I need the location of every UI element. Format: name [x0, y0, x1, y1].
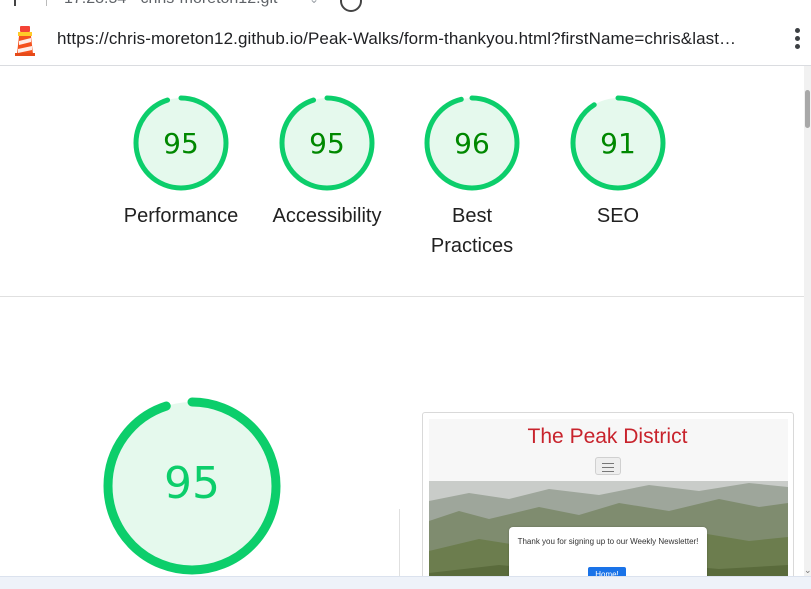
score-label: Accessibility [272, 205, 382, 227]
summary-score-value: 95 [164, 458, 220, 509]
score-ring: 91 [570, 95, 666, 191]
page-preview: The Peak District Thank you for signing … [429, 419, 788, 576]
score-value: 95 [163, 127, 199, 160]
tab-strip-control[interactable] [14, 0, 16, 6]
lighthouse-icon [15, 26, 35, 56]
gauge-seo[interactable]: 91 SEO [553, 94, 683, 231]
score-value: 96 [454, 127, 490, 160]
preview-message: Thank you for signing up to our Weekly N… [517, 537, 699, 546]
scroll-down-arrow-icon[interactable]: ⌄ [804, 566, 811, 575]
scrollbar[interactable]: ⌄ [804, 66, 811, 576]
score-ring: 95 [279, 95, 375, 191]
vertical-divider [399, 509, 400, 576]
gauge-accessibility[interactable]: 95 Accessibility [262, 94, 392, 231]
scrollbar-thumb[interactable] [805, 90, 810, 128]
score-label: SEO [596, 205, 640, 227]
score-ring: 95 [133, 95, 229, 191]
hamburger-icon [595, 457, 621, 475]
preview-home-button: Home! [588, 567, 626, 576]
address-bar: https://chris-moreton12.github.io/Peak-W… [0, 14, 811, 66]
preview-site-title: The Peak District [527, 425, 688, 448]
score-label: Performance [123, 205, 239, 227]
tab-separator [46, 0, 47, 6]
bottom-bar [0, 576, 811, 589]
thank-you-card: Thank you for signing up to our Weekly N… [509, 527, 707, 576]
tab-action-icon[interactable] [340, 0, 362, 12]
kebab-menu-icon[interactable] [790, 26, 804, 54]
score-ring: 96 [424, 95, 520, 191]
tab-strip: 17:28:54 - chris-moreton12.git ⌄ [0, 0, 811, 14]
score-value: 91 [600, 127, 636, 160]
final-screenshot[interactable]: The Peak District Thank you for signing … [422, 412, 794, 576]
summary-gauge: 95 [103, 397, 281, 575]
tab-title[interactable]: 17:28:54 - chris-moreton12.git [64, 0, 277, 8]
url-field[interactable]: https://chris-moreton12.github.io/Peak-W… [57, 29, 770, 49]
score-value: 95 [309, 127, 345, 160]
tab-chevron-icon[interactable]: ⌄ [309, 0, 319, 6]
score-label: Best Practices [430, 205, 514, 257]
section-divider [0, 296, 804, 297]
gauge-performance[interactable]: 95 Performance [116, 94, 246, 231]
lighthouse-report: 95 Performance 95 Accessibility 96 Best … [0, 66, 804, 576]
gauge-best-practices[interactable]: 96 Best Practices [407, 94, 537, 261]
